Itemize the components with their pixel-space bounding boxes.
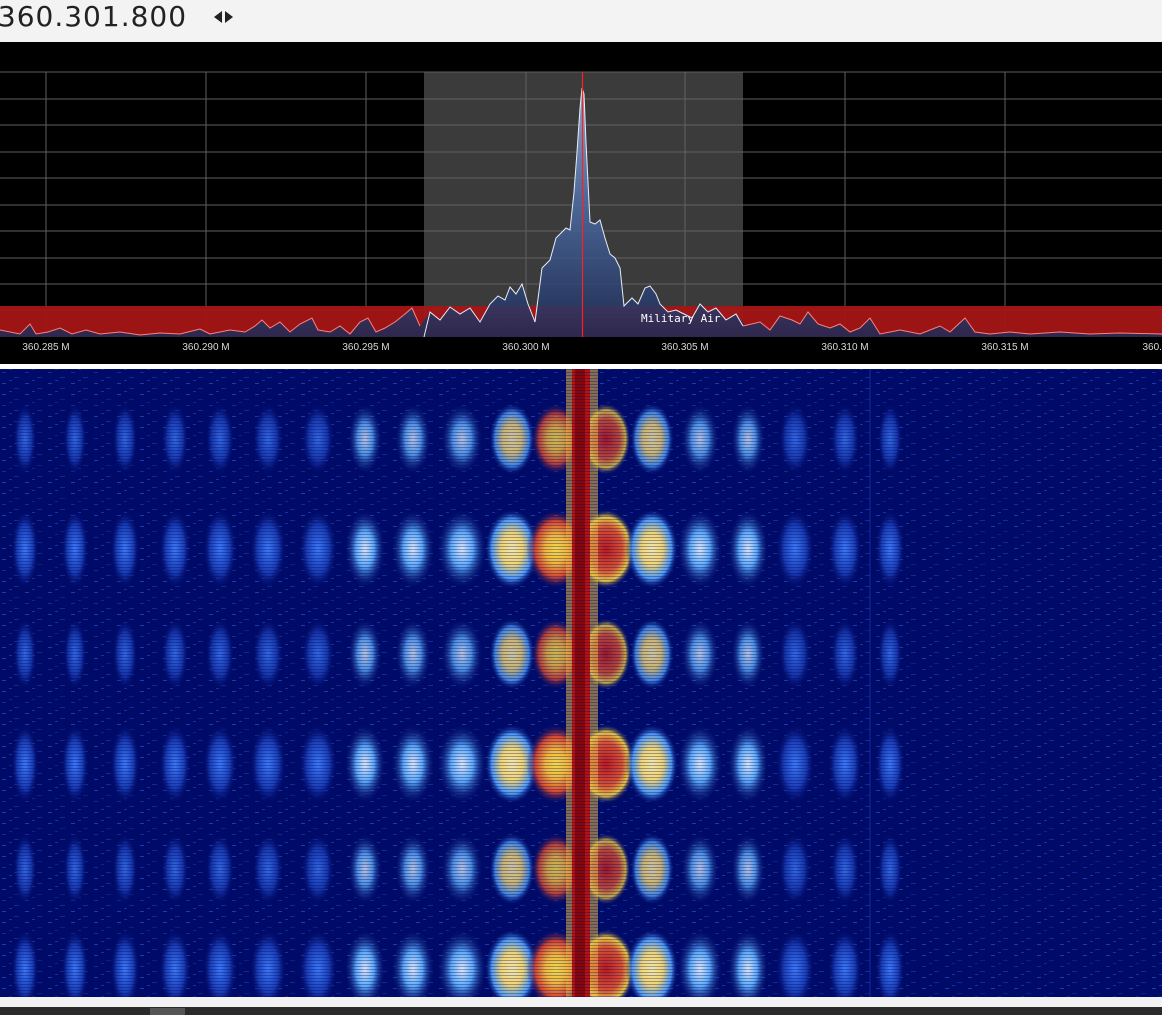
spectrum-graph[interactable]: Military Air — [0, 42, 1162, 337]
axis-tick-label: 360.285 M — [22, 342, 70, 353]
scrollbar-thumb[interactable] — [150, 1008, 185, 1015]
frequency-toolbar: .360.301.800 — [0, 0, 1162, 43]
spectrum-plot[interactable]: Military Air 360.285 M 360.290 M 360.295… — [0, 42, 1162, 364]
frequency-step-arrows[interactable] — [214, 7, 233, 27]
axis-tick-label: 360.295 M — [342, 342, 390, 353]
axis-tick-label: 360.290 M — [182, 342, 230, 353]
axis-tick-label: 360.305 M — [661, 342, 709, 353]
status-strip — [0, 997, 1162, 1007]
frequency-axis: 360.285 M 360.290 M 360.295 M 360.300 M … — [0, 337, 1162, 364]
band-plan-label: Military Air — [641, 312, 721, 325]
axis-tick-label: 360.315 M — [981, 342, 1029, 353]
waterfall-display[interactable] — [0, 369, 1162, 997]
axis-tick-label: 360.300 M — [502, 342, 550, 353]
axis-tick-label: 360.310 M — [821, 342, 869, 353]
axis-tick-label: 360.3 — [1142, 342, 1162, 353]
frequency-display[interactable]: .360.301.800 — [0, 0, 187, 34]
step-left-icon[interactable] — [214, 11, 222, 23]
step-right-icon[interactable] — [225, 11, 233, 23]
